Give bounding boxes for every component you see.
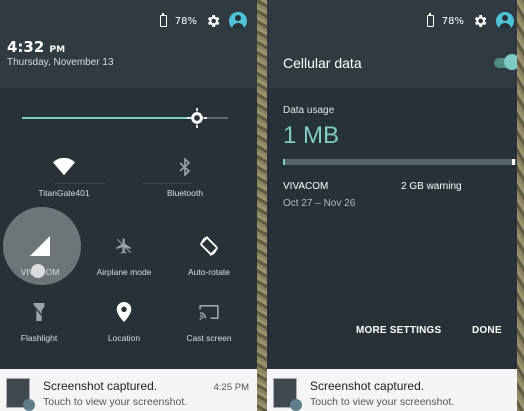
screenshot-thumbnail (273, 378, 302, 411)
carrier-name: VIVACOM (283, 181, 329, 192)
notification-title: Screenshot captured. (43, 379, 158, 393)
notification-title: Screenshot captured. (310, 379, 425, 393)
tile-airplane[interactable]: Airplane mode (81, 233, 167, 277)
tile-label: Cast screen (186, 333, 232, 343)
clock-ampm: PM (49, 45, 66, 55)
battery-level: 78% (441, 15, 464, 27)
location-icon (116, 302, 132, 322)
data-warning: 2 GB warning (401, 181, 462, 192)
tile-bluetooth[interactable]: Bluetooth (142, 154, 228, 198)
cellular-signal-icon (30, 236, 50, 256)
quick-settings-panel: 78% 4:32 PM Thursday, November 13 TitanG… (0, 0, 257, 411)
status-bar: 78% (159, 12, 247, 30)
tile-flashlight[interactable]: Flashlight (0, 299, 82, 343)
clock-time: 4:32 (7, 38, 45, 56)
cast-icon (199, 304, 219, 320)
cellular-data-panel: 78% Cellular data Data usage 1 MB VIVACO… (267, 0, 524, 411)
status-bar: 78% (426, 12, 514, 30)
screenshot-notification[interactable]: Screenshot captured. Touch to view your … (267, 369, 524, 411)
tile-cellular[interactable]: VIVACOM (0, 233, 83, 277)
brightness-slider[interactable] (22, 108, 228, 128)
notification-subtitle: Touch to view your screenshot. (43, 396, 188, 408)
screenshot-notification[interactable]: Screenshot captured. Touch to view your … (0, 369, 257, 411)
tile-label: Flashlight (20, 333, 58, 343)
settings-gear-icon[interactable] (472, 13, 488, 29)
brightness-icon[interactable] (187, 108, 207, 128)
notification-time: 4:25 PM (213, 382, 249, 393)
wallpaper-strip (517, 0, 524, 411)
bluetooth-icon (179, 158, 191, 176)
tile-wifi[interactable]: TitanGate401 (21, 154, 107, 198)
tile-auto-rotate[interactable]: Auto-rotate (166, 233, 252, 277)
user-avatar-icon[interactable] (496, 12, 514, 30)
tile-label: VIVACOM (20, 267, 60, 277)
done-button[interactable]: DONE (472, 325, 502, 336)
more-settings-button[interactable]: MORE SETTINGS (356, 325, 441, 336)
brightness-fill (22, 117, 197, 119)
wallpaper-strip (257, 0, 267, 411)
tile-label: Auto-rotate (187, 267, 231, 277)
data-usage-bar (283, 159, 516, 165)
settings-gear-icon[interactable] (205, 13, 221, 29)
data-usage-value: 1 MB (283, 122, 340, 149)
airplane-icon (116, 238, 132, 254)
user-avatar-icon[interactable] (229, 12, 247, 30)
cellular-data-header: 78% Cellular data (267, 0, 524, 88)
screenshot-thumbnail (6, 378, 35, 411)
cellular-data-title: Cellular data (283, 55, 362, 71)
data-usage-limit-marker (512, 159, 515, 165)
tile-label: TitanGate401 (38, 188, 90, 198)
battery-icon (159, 13, 167, 27)
wifi-icon (53, 158, 75, 176)
quick-settings-header: 78% 4:32 PM Thursday, November 13 (0, 0, 257, 88)
tile-label: Location (107, 333, 141, 343)
auto-rotate-icon (200, 236, 218, 256)
date: Thursday, November 13 (7, 57, 114, 68)
tile-location[interactable]: Location (81, 299, 167, 343)
billing-cycle-range: Oct 27 – Nov 26 (283, 198, 356, 209)
notification-subtitle: Touch to view your screenshot. (310, 396, 455, 408)
clock: 4:32 PM (7, 38, 65, 56)
data-usage-fill (283, 159, 285, 165)
tile-label: Bluetooth (167, 188, 203, 198)
data-usage-label: Data usage (283, 105, 335, 116)
flashlight-icon (32, 303, 46, 321)
battery-level: 78% (174, 15, 197, 27)
tile-cast-screen[interactable]: Cast screen (166, 299, 252, 343)
tile-label: Airplane mode (96, 267, 152, 277)
battery-icon (426, 13, 434, 27)
